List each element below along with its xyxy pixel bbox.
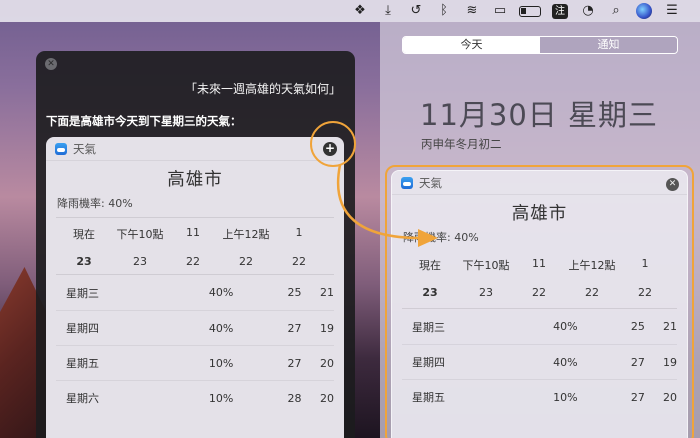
city-name: 高雄市 (167, 170, 223, 190)
hour-temp: 22 (239, 255, 253, 268)
card-header: 天氣 + (46, 137, 344, 161)
day-name: 星期六 (66, 392, 99, 405)
hour-label: 現在 (73, 228, 95, 241)
bluetooth-icon[interactable]: ᛒ (430, 0, 458, 22)
notification-center-icon[interactable]: ☰ (658, 0, 686, 22)
hourly-temps: 23 23 22 22 22 (46, 255, 344, 268)
card-title: 天氣 (73, 141, 96, 156)
search-icon[interactable]: ⌕ (602, 0, 630, 22)
clock-icon[interactable]: ◔ (574, 0, 602, 22)
day-rain: 10% (208, 356, 234, 370)
tab-notifications[interactable]: 通知 (540, 37, 677, 53)
hourly-labels: 現在 下午10點 11 上午12點 1 (46, 226, 344, 242)
divider (56, 217, 334, 218)
nc-tabs: 今天 通知 (402, 36, 678, 54)
battery-icon[interactable] (519, 5, 541, 17)
siri-close-button[interactable]: ✕ (45, 58, 57, 70)
tab-today[interactable]: 今天 (403, 37, 540, 53)
forecast-row: 星期六 10% 28 20 (56, 380, 334, 415)
day-high: 27 (287, 321, 302, 335)
hour-label: 1 (295, 226, 303, 239)
dropbox-icon[interactable]: ❖ (346, 0, 374, 22)
day-name: 星期四 (66, 322, 99, 335)
highlight-circle-annotation (310, 121, 356, 167)
hour-temp: 23 (133, 255, 147, 268)
day-high: 25 (287, 286, 302, 299)
rain-chance: 降雨機率: 40% (57, 197, 133, 210)
hour-temp: 22 (186, 255, 200, 268)
siri-query-text: 「未來一週高雄的天氣如何」 (184, 82, 341, 96)
weather-app-icon (55, 142, 67, 155)
day-name: 星期三 (66, 286, 99, 300)
daily-forecast: 星期三 40% 25 21 星期四 40% 27 19 星期五 10% 27 2… (56, 274, 334, 415)
download-icon[interactable]: ⤓ (374, 0, 402, 22)
day-rain: 10% (208, 391, 234, 405)
forecast-row: 星期五 10% 27 20 (56, 345, 334, 380)
hour-temp: 22 (292, 255, 306, 268)
day-name: 星期五 (66, 357, 99, 370)
day-rain: 40% (208, 286, 234, 299)
day-high: 27 (287, 356, 302, 370)
forecast-row: 星期四 40% 27 19 (56, 310, 334, 345)
airplay-icon[interactable]: ▭ (486, 0, 514, 22)
forecast-row: 星期三 40% 25 21 (56, 275, 334, 310)
day-low: 20 (320, 391, 334, 405)
siri-answer-text: 下面是高雄市今天到下星期三的天氣： (46, 114, 242, 128)
hour-label: 下午10點 (116, 228, 164, 241)
highlight-box-annotation (385, 165, 694, 438)
day-low: 21 (320, 286, 334, 299)
siri-panel: ✕ 「未來一週高雄的天氣如何」 下面是高雄市今天到下星期三的天氣： 天氣 + 高… (36, 51, 355, 438)
nc-date: 11月30日 星期三 (420, 98, 659, 132)
day-low: 20 (320, 356, 334, 370)
nc-lunar-date: 丙申年冬月初二 (421, 137, 502, 151)
wifi-icon[interactable]: ≋ (458, 0, 486, 22)
input-method-icon[interactable]: 注 (552, 3, 568, 19)
time-machine-icon[interactable]: ↺ (402, 0, 430, 22)
day-rain: 40% (208, 321, 234, 335)
hour-temp: 23 (76, 255, 92, 268)
siri-weather-card: 天氣 + 高雄市 降雨機率: 40% 現在 下午10點 11 上午12點 1 2… (46, 137, 344, 438)
day-low: 19 (320, 321, 334, 335)
hour-label: 上午12點 (222, 228, 270, 241)
hour-label: 11 (186, 226, 200, 239)
siri-icon[interactable] (636, 3, 652, 19)
menu-bar: ❖ ⤓ ↺ ᛒ ≋ ▭ 注 ◔ ⌕ ☰ (0, 0, 700, 22)
day-high: 28 (287, 391, 302, 405)
